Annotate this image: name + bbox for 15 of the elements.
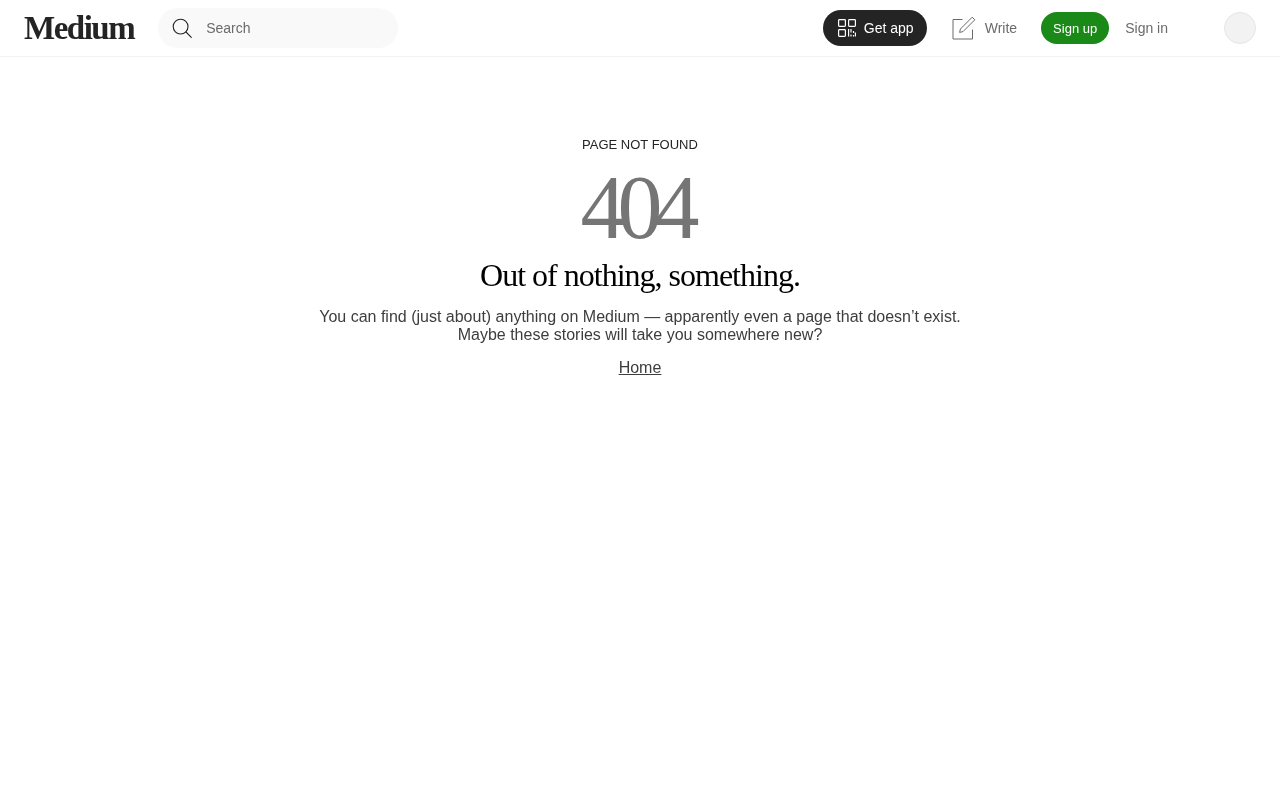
search-field[interactable]: Search — [158, 8, 399, 48]
qr-code-icon — [837, 19, 856, 37]
search-icon — [172, 18, 193, 38]
sign-up-button[interactable]: Sign up — [1041, 12, 1110, 44]
home-link[interactable]: Home — [618, 358, 662, 378]
error-code: 404 — [580, 163, 700, 253]
logo[interactable]: Medium — [24, 11, 135, 45]
sign-in-link[interactable]: Sign in — [1125, 20, 1168, 36]
write-link[interactable]: Write — [951, 16, 1018, 40]
pencil-square-icon — [951, 16, 976, 40]
get-app-button[interactable]: Get app — [822, 10, 927, 46]
error-heading: Out of nothing, something. — [480, 256, 800, 295]
page-not-found-label: PAGE NOT FOUND — [582, 137, 698, 153]
error-message: You can find (just about) anything on Medium — apparently even a page that doesn’t exist. Maybe these stories will take you somewhere new? — [318, 308, 962, 344]
avatar-icon[interactable] — [1224, 12, 1256, 44]
